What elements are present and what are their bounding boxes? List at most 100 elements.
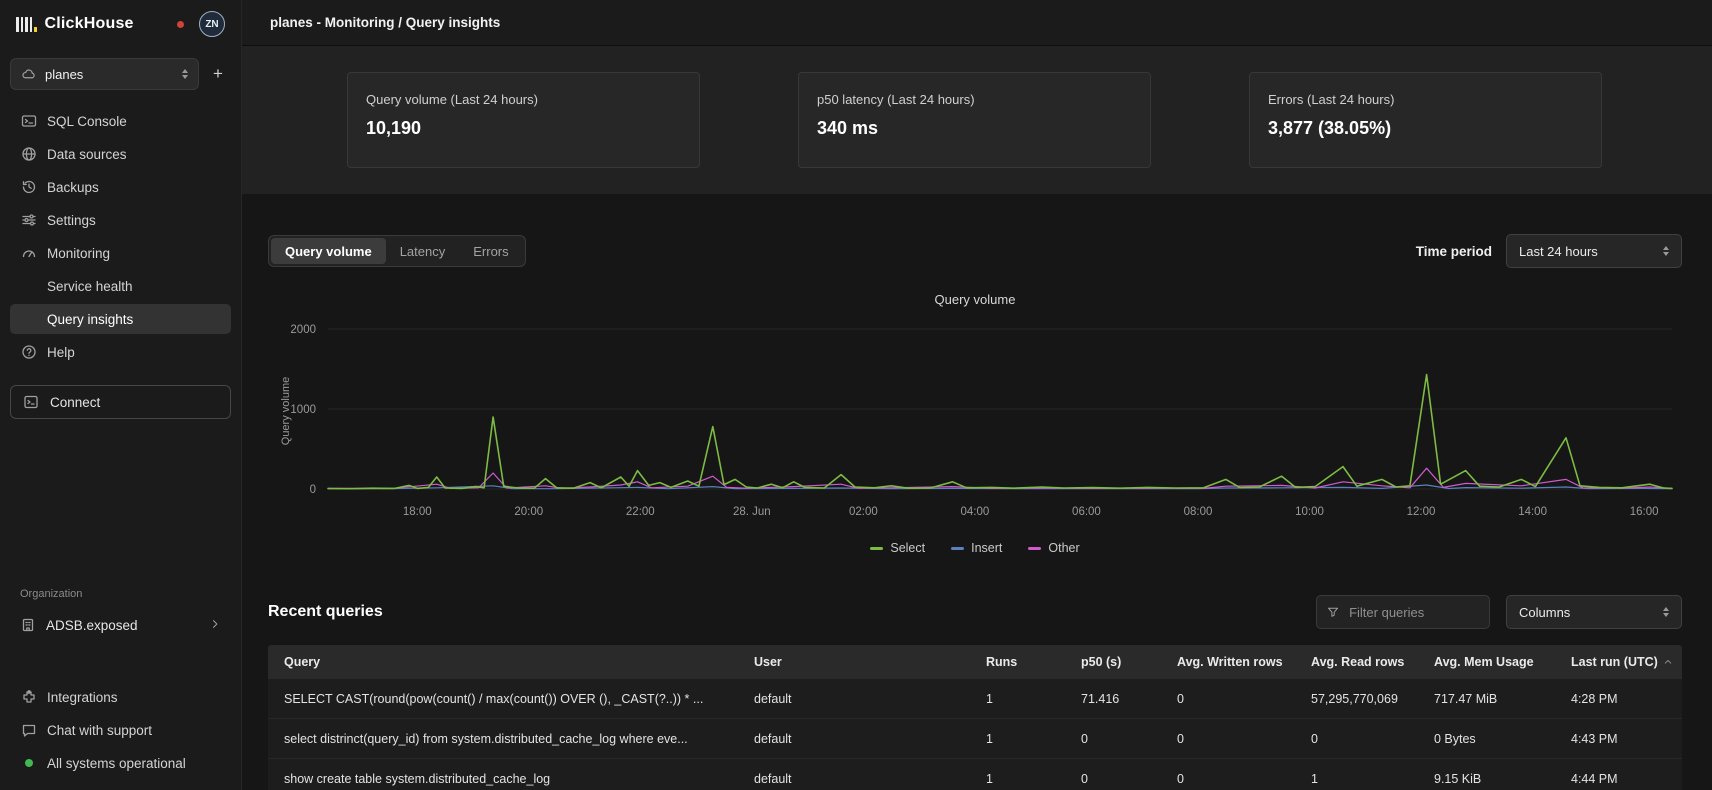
sliders-icon [20, 212, 37, 228]
tab-errors[interactable]: Errors [459, 238, 522, 264]
main: planes - Monitoring / Query insights Que… [242, 0, 1712, 790]
service-icon [21, 67, 36, 82]
stats-band: Query volume (Last 24 hours) 10,190 p50 … [242, 46, 1712, 194]
cell-read-rows: 1 [1295, 772, 1418, 786]
console-icon [20, 113, 37, 129]
sidebar-footer: Integrations Chat with support All syste… [10, 682, 231, 778]
breadcrumb: planes - Monitoring / Query insights [270, 15, 500, 30]
legend-item-other[interactable]: Other [1028, 541, 1079, 555]
sidebar-item-label: Settings [47, 213, 96, 228]
footer-item-label: Chat with support [47, 723, 152, 738]
x-tick-label: 10:00 [1295, 506, 1324, 518]
legend-item-insert[interactable]: Insert [951, 541, 1002, 555]
column-header-written-rows[interactable]: Avg. Written rows [1161, 655, 1295, 669]
recent-queries-title: Recent queries [268, 603, 383, 621]
stat-value: 340 ms [817, 118, 1132, 139]
x-tick-label: 02:00 [849, 506, 878, 518]
cell-written-rows: 0 [1161, 692, 1295, 706]
brand-name: ClickHouse [45, 15, 134, 33]
sidebar-item-label: Service health [47, 279, 133, 294]
x-tick-label: 22:00 [626, 506, 655, 518]
sidebar-item-data-sources[interactable]: Data sources [10, 139, 231, 169]
x-tick-label: 28. Jun [733, 506, 771, 518]
stat-title: p50 latency (Last 24 hours) [817, 92, 1132, 107]
sidebar-nav: SQL Console Data sources Backups Setting… [10, 106, 231, 367]
footer-item-label: Integrations [47, 690, 118, 705]
sidebar-item-label: Query insights [47, 312, 133, 327]
tab-query-volume[interactable]: Query volume [271, 238, 386, 264]
footer-item-label: All systems operational [47, 756, 186, 771]
add-service-button[interactable]: + [205, 61, 231, 87]
sidebar-item-chat-support[interactable]: Chat with support [10, 715, 231, 745]
columns-label: Columns [1519, 605, 1570, 620]
time-period-select[interactable]: Last 24 hours [1506, 234, 1682, 268]
sidebar-item-service-health[interactable]: Service health [10, 271, 231, 301]
x-tick-label: 18:00 [403, 506, 432, 518]
cell-user: default [738, 772, 970, 786]
history-icon [20, 179, 37, 195]
cell-last-run: 4:44 PM [1555, 772, 1682, 786]
chart-area: Query volume 01000200018:0020:0022:0028.… [268, 313, 1682, 533]
sidebar-item-help[interactable]: Help [10, 337, 231, 367]
x-tick-label: 06:00 [1072, 506, 1101, 518]
x-tick-label: 08:00 [1184, 506, 1213, 518]
column-header-query[interactable]: Query [268, 655, 738, 669]
sidebar-item-backups[interactable]: Backups [10, 172, 231, 202]
column-header-read-rows[interactable]: Avg. Read rows [1295, 655, 1418, 669]
recent-queries-table: Query User Runs p50 (s) Avg. Written row… [268, 645, 1682, 790]
column-header-user[interactable]: User [738, 655, 970, 669]
column-header-runs[interactable]: Runs [970, 655, 1065, 669]
legend-label: Select [890, 541, 925, 555]
y-tick-label: 2000 [290, 324, 316, 336]
query-volume-chart: 01000200018:0020:0022:0028. Jun02:0004:0… [268, 313, 1682, 533]
service-row: planes + [10, 58, 231, 90]
recent-queries-header: Recent queries Columns [268, 595, 1682, 629]
building-icon [20, 617, 36, 633]
connect-icon [23, 394, 39, 410]
globe-icon [20, 146, 37, 162]
series-line-other [328, 468, 1672, 488]
sidebar-item-system-status[interactable]: All systems operational [10, 748, 231, 778]
column-header-last-run[interactable]: Last run (UTC) [1555, 655, 1682, 669]
y-axis-label: Query volume [280, 377, 292, 445]
table-row[interactable]: select distrinct(query_id) from system.d… [268, 719, 1682, 759]
cell-p50: 71.416 [1065, 692, 1161, 706]
legend-item-select[interactable]: Select [870, 541, 925, 555]
user-avatar[interactable]: ZN [199, 11, 225, 37]
stat-card-query-volume: Query volume (Last 24 hours) 10,190 [347, 72, 700, 168]
cell-runs: 1 [970, 772, 1065, 786]
time-period-value: Last 24 hours [1519, 244, 1598, 259]
column-header-p50[interactable]: p50 (s) [1065, 655, 1161, 669]
sidebar-spacer [10, 419, 231, 588]
columns-select[interactable]: Columns [1506, 595, 1682, 629]
filter-queries-box [1316, 595, 1490, 629]
sidebar-item-settings[interactable]: Settings [10, 205, 231, 235]
connect-button[interactable]: Connect [10, 385, 231, 419]
cell-p50: 0 [1065, 772, 1161, 786]
brand-row: ClickHouse ZN [10, 0, 231, 48]
sidebar-item-label: Monitoring [47, 246, 110, 261]
cell-query: select distrinct(query_id) from system.d… [268, 732, 738, 746]
organization-item[interactable]: ADSB.exposed [10, 610, 231, 640]
sidebar-item-sql-console[interactable]: SQL Console [10, 106, 231, 136]
column-header-mem-usage[interactable]: Avg. Mem Usage [1418, 655, 1555, 669]
sidebar-item-monitoring[interactable]: Monitoring [10, 238, 231, 268]
tab-latency[interactable]: Latency [386, 238, 460, 264]
filter-queries-input[interactable] [1347, 604, 1479, 621]
chart-title: Query volume [268, 292, 1682, 307]
status-ok-icon [20, 759, 37, 767]
table-row[interactable]: SELECT CAST(round(pow(count() / max(coun… [268, 679, 1682, 719]
table-header-row: Query User Runs p50 (s) Avg. Written row… [268, 645, 1682, 679]
cell-last-run: 4:28 PM [1555, 692, 1682, 706]
sidebar-item-integrations[interactable]: Integrations [10, 682, 231, 712]
service-selector[interactable]: planes [10, 58, 199, 90]
legend-marker-select [870, 547, 883, 550]
stat-title: Query volume (Last 24 hours) [366, 92, 681, 107]
clickhouse-logo-icon [16, 17, 37, 32]
app: ClickHouse ZN planes + SQL Console Data … [0, 0, 1712, 790]
table-row[interactable]: show create table system.distributed_cac… [268, 759, 1682, 790]
x-tick-label: 14:00 [1518, 506, 1547, 518]
sidebar-item-query-insights[interactable]: Query insights [10, 304, 231, 334]
filter-icon [1327, 605, 1339, 619]
service-name: planes [45, 67, 83, 82]
